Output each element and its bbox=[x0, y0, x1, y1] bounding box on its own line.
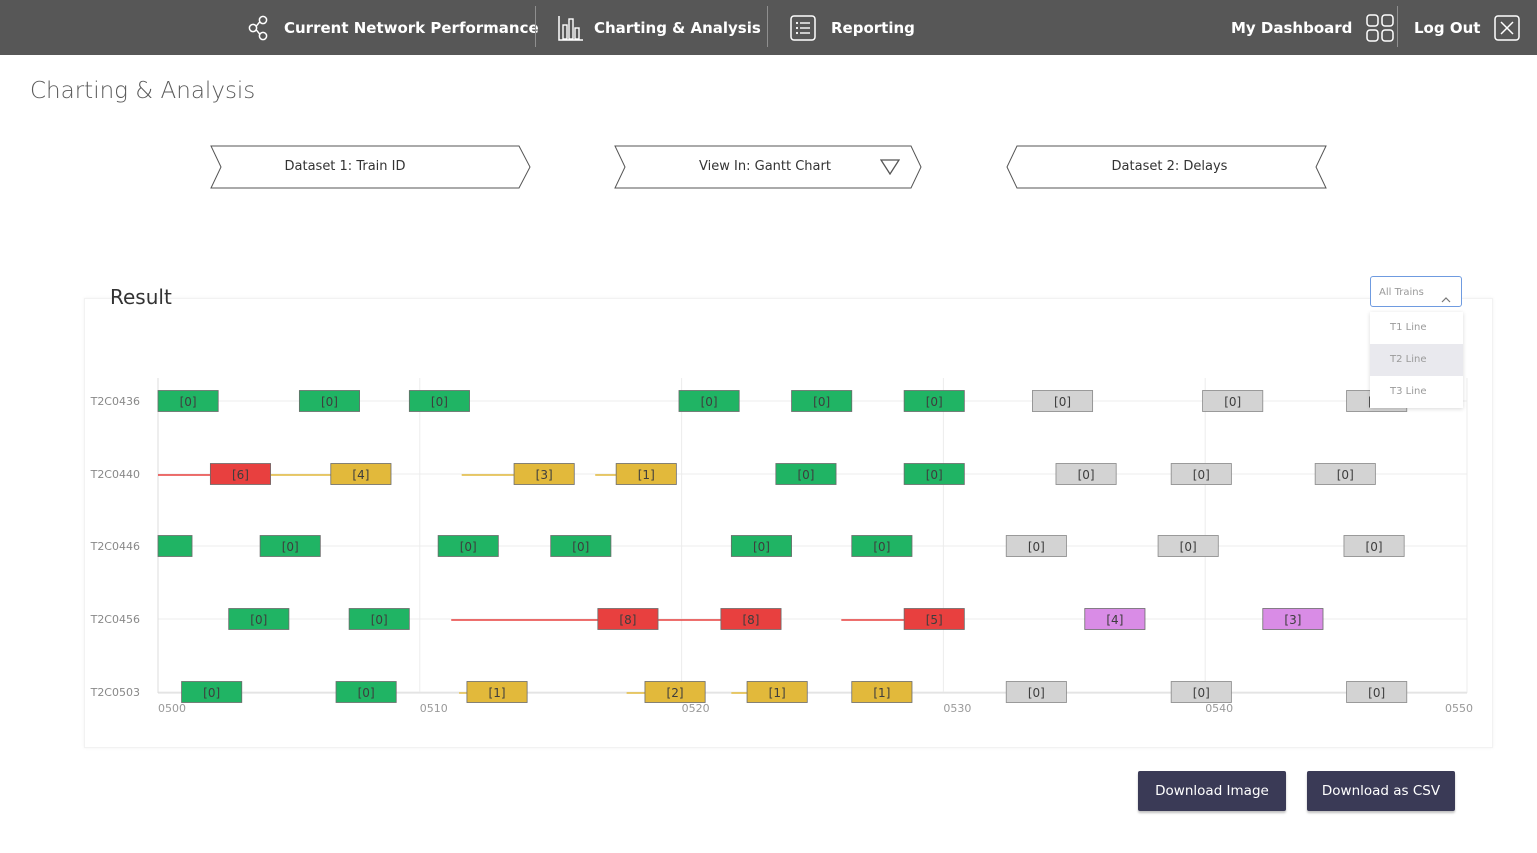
gantt-bar-label: [0] bbox=[1368, 686, 1385, 700]
train-label: T2C0440 bbox=[90, 468, 140, 481]
x-tick-label: 0530 bbox=[943, 702, 971, 715]
gantt-bar-label: [0] bbox=[1337, 468, 1354, 482]
gantt-bar-label: [0] bbox=[180, 395, 197, 409]
train-label: T2C0446 bbox=[90, 540, 140, 553]
gantt-bar-label: [8] bbox=[619, 613, 636, 627]
gantt-bar-label: [0] bbox=[1224, 395, 1241, 409]
gantt-bar-label: [0] bbox=[926, 395, 943, 409]
gantt-bar-label: [0] bbox=[250, 613, 267, 627]
gantt-bar-label: [0] bbox=[701, 395, 718, 409]
gantt-bar-label: [0] bbox=[1193, 468, 1210, 482]
train-filter-select[interactable]: All Trains bbox=[1370, 276, 1462, 307]
gantt-bar-label: [0] bbox=[753, 540, 770, 554]
gantt-chart: 0500 0510 0520 0530 0540 0550 T2C0436 [0] [0] [0]… bbox=[90, 378, 1473, 715]
gantt-bar-label: [4] bbox=[352, 468, 369, 482]
gantt-bar-label: [0] bbox=[321, 395, 338, 409]
gantt-bar-label: [2] bbox=[667, 686, 684, 700]
x-tick-label: 0510 bbox=[420, 702, 448, 715]
gantt-bar-label: [0] bbox=[1028, 540, 1045, 554]
gantt-bar-label: [0] bbox=[797, 468, 814, 482]
x-tick-label: 0520 bbox=[682, 702, 710, 715]
train-label: T2C0456 bbox=[90, 613, 140, 626]
gantt-bar-label: [0] bbox=[460, 540, 477, 554]
gantt-bar-label: [6] bbox=[232, 468, 249, 482]
gantt-bar-label: [0] bbox=[358, 686, 375, 700]
gantt-bar-label: [0] bbox=[203, 686, 220, 700]
gantt-bar-label: [0] bbox=[371, 613, 388, 627]
train-filter-option[interactable]: T1 Line bbox=[1370, 312, 1463, 344]
gantt-bar-label: [8] bbox=[742, 613, 759, 627]
gantt-bar-label: [0] bbox=[431, 395, 448, 409]
gantt-bar-label: [0] bbox=[1180, 540, 1197, 554]
gantt-bar bbox=[157, 535, 193, 557]
x-tick-label: 0550 bbox=[1445, 702, 1473, 715]
x-tick-label: 0540 bbox=[1205, 702, 1233, 715]
gantt-bar-label: [1] bbox=[769, 686, 786, 700]
train-filter-value: All Trains bbox=[1379, 287, 1424, 298]
download-csv-button[interactable]: Download as CSV bbox=[1307, 771, 1455, 811]
chevron-up-icon bbox=[1441, 288, 1451, 307]
gantt-bar-label: [1] bbox=[489, 686, 506, 700]
gantt-bar-label: [0] bbox=[1078, 468, 1095, 482]
train-filter-option[interactable]: T2 Line bbox=[1370, 344, 1463, 376]
gantt-bar-label: [3] bbox=[536, 468, 553, 482]
train-label: T2C0436 bbox=[90, 395, 140, 408]
gantt-bar-label: [1] bbox=[873, 686, 890, 700]
train-filter-menu: T1 Line T2 Line T3 Line bbox=[1370, 312, 1463, 408]
train-filter-option[interactable]: T3 Line bbox=[1370, 376, 1463, 408]
download-image-button[interactable]: Download Image bbox=[1138, 771, 1286, 811]
train-label: T2C0503 bbox=[90, 686, 140, 699]
gantt-bar-label: [0] bbox=[1193, 686, 1210, 700]
gantt-bar-label: [1] bbox=[638, 468, 655, 482]
gantt-bar-label: [0] bbox=[282, 540, 299, 554]
gantt-bar-label: [0] bbox=[1028, 686, 1045, 700]
x-tick-label: 0500 bbox=[158, 702, 186, 715]
gantt-bar-label: [0] bbox=[813, 395, 830, 409]
gantt-bar-label: [0] bbox=[873, 540, 890, 554]
gantt-bar-label: [4] bbox=[1106, 613, 1123, 627]
gantt-bar-label: [5] bbox=[926, 613, 943, 627]
gantt-bar-label: [0] bbox=[1054, 395, 1071, 409]
gantt-bar-label: [0] bbox=[572, 540, 589, 554]
gantt-bar-label: [0] bbox=[926, 468, 943, 482]
gantt-bar-label: [3] bbox=[1284, 613, 1301, 627]
gantt-bar-label: [0] bbox=[1366, 540, 1383, 554]
